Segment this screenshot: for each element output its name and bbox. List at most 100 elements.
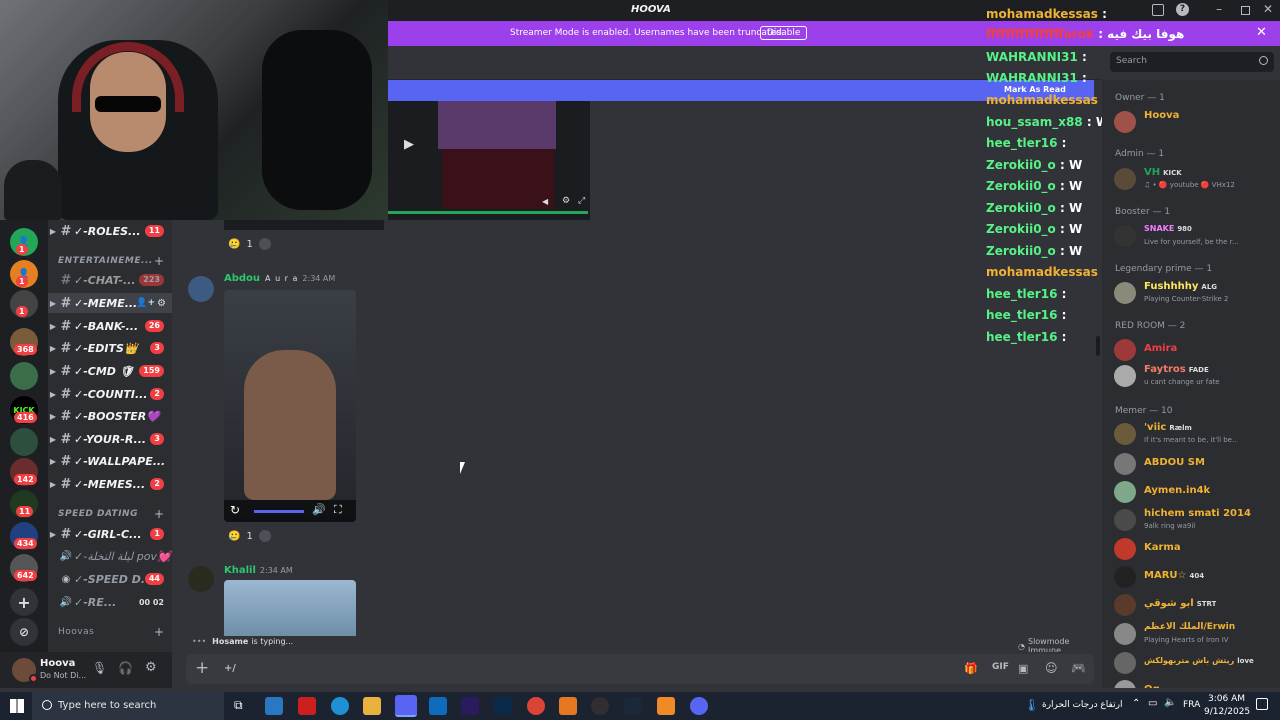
chat-scrollbar[interactable] bbox=[1096, 336, 1100, 356]
chrome-icon[interactable] bbox=[527, 697, 545, 715]
category-entertainment[interactable]: ENTERTAINEME... bbox=[58, 256, 153, 266]
avatar[interactable] bbox=[188, 566, 214, 592]
search-input[interactable]: Search bbox=[1116, 56, 1147, 66]
maximize-icon[interactable] bbox=[1241, 6, 1250, 15]
discord-icon[interactable] bbox=[395, 695, 417, 717]
photoshop-icon[interactable] bbox=[494, 697, 512, 715]
reaction[interactable]: 🥲 1 bbox=[228, 530, 271, 542]
member-item[interactable]: ABDOU SM bbox=[1114, 449, 1276, 477]
play-icon[interactable]: ▶ bbox=[404, 137, 414, 152]
video-progress-bar[interactable] bbox=[388, 211, 588, 214]
voice-channel-item[interactable]: ◉✓-SPEED D...44 bbox=[48, 569, 172, 589]
outlook-icon[interactable] bbox=[429, 697, 447, 715]
member-item[interactable]: 'viic Rælm If it's meant to be, it'll be.. bbox=[1114, 419, 1276, 447]
volume-icon[interactable]: ◀ bbox=[542, 197, 548, 206]
category-speed-dating[interactable]: SPEED DATING bbox=[58, 509, 138, 519]
server-icon[interactable] bbox=[10, 362, 38, 390]
image-attachment[interactable] bbox=[224, 580, 356, 636]
message-input[interactable]: +/ bbox=[224, 663, 236, 674]
channel-item[interactable]: ▶ # ✓-MEMES... 2 bbox=[48, 474, 172, 494]
gif-icon[interactable]: GIF bbox=[992, 662, 1009, 672]
obs-icon[interactable] bbox=[591, 697, 609, 715]
taskbar-search-input[interactable]: Type here to search bbox=[58, 700, 156, 711]
steam-icon[interactable] bbox=[624, 697, 642, 715]
member-item[interactable]: SNAKE 980 Live for yourself, be the r... bbox=[1114, 221, 1276, 249]
member-item[interactable]: VH KICK ♫ • 🔴 youtube 🔴 VHx12 bbox=[1114, 164, 1276, 192]
notifications-icon[interactable] bbox=[1256, 698, 1268, 710]
settings-icon[interactable]: ⚙ bbox=[562, 196, 570, 206]
channel-item[interactable]: ▶ # ✓-BANK-... 26 bbox=[48, 316, 172, 336]
video-progress-bar[interactable] bbox=[254, 510, 304, 513]
member-item[interactable]: Karma bbox=[1114, 534, 1276, 562]
add-reaction-icon[interactable] bbox=[258, 530, 271, 542]
category-hoovas[interactable]: Hoovas bbox=[58, 627, 94, 637]
member-item[interactable]: Hoova bbox=[1114, 107, 1276, 135]
close-window-icon[interactable]: ✕ bbox=[1263, 2, 1273, 16]
member-item[interactable]: Faytros FADE u cant change ur fate bbox=[1114, 361, 1276, 389]
disable-streamer-button[interactable]: Disable bbox=[760, 26, 808, 40]
member-item[interactable]: hichem smati 2014 9alk ring wa9il bbox=[1114, 505, 1276, 533]
voice-channel-item[interactable]: 🔊 ✓-RE... 00 02 bbox=[48, 592, 172, 612]
member-item[interactable]: الملك الاعظم/Erwin Playing Hearts of Iron… bbox=[1114, 619, 1276, 647]
channel-item[interactable]: ▶ # ✓-WALLPAPE... bbox=[48, 451, 172, 471]
add-channel-icon[interactable]: + bbox=[154, 507, 164, 521]
microphone-toggle-icon[interactable]: 🎙 bbox=[92, 661, 107, 675]
message-author[interactable]: Khalil bbox=[224, 565, 256, 576]
member-item[interactable]: Og bbox=[1114, 676, 1276, 688]
sticker-icon[interactable]: ▣ bbox=[1018, 662, 1028, 675]
apps-icon[interactable]: 🎮 bbox=[1071, 661, 1086, 675]
member-item[interactable]: ابو شوقي STRT bbox=[1114, 590, 1276, 618]
file-explorer-icon[interactable] bbox=[363, 697, 381, 715]
weather-text[interactable]: ارتفاع درجات الحرارة bbox=[1042, 700, 1122, 710]
taskbar-search[interactable]: Type here to search bbox=[32, 692, 224, 720]
channel-item-selected[interactable]: ▶ # ✓-MEME... 👤+ ⚙ bbox=[48, 293, 172, 313]
start-icon[interactable] bbox=[10, 699, 24, 713]
fullscreen-icon[interactable]: ⤢ bbox=[578, 196, 585, 206]
channel-item[interactable]: # ✓-CHAT-... 223 bbox=[48, 270, 172, 290]
user-name[interactable]: Hoova bbox=[40, 658, 75, 669]
channel-item[interactable]: ▶ # ✓-CMD 🛡 159 bbox=[48, 361, 172, 381]
emoji-icon[interactable]: ☺ bbox=[1045, 661, 1058, 675]
volume-icon[interactable]: 🔈 bbox=[1164, 697, 1176, 708]
language-indicator[interactable]: FRA bbox=[1183, 700, 1200, 710]
member-item[interactable]: Amira bbox=[1114, 335, 1276, 363]
network-icon[interactable]: ▭ bbox=[1148, 698, 1157, 709]
weather-icon[interactable]: 🌡 bbox=[1024, 698, 1039, 712]
app-icon[interactable] bbox=[559, 697, 577, 715]
user-settings-icon[interactable]: ⚙ bbox=[145, 660, 157, 675]
avatar[interactable] bbox=[188, 276, 214, 302]
add-reaction-icon[interactable] bbox=[258, 238, 271, 250]
attach-icon[interactable]: + bbox=[195, 658, 209, 678]
member-item[interactable]: ريتش باش متربهولكش love bbox=[1114, 648, 1276, 676]
headset-toggle-icon[interactable]: 🎧 bbox=[118, 661, 133, 675]
discord-alt-icon[interactable] bbox=[690, 697, 708, 715]
illustrator-icon[interactable] bbox=[298, 697, 316, 715]
message-input-box[interactable]: + +/ 🎁 GIF ▣ ☺ 🎮 bbox=[186, 654, 1094, 684]
store-icon[interactable] bbox=[265, 697, 283, 715]
edge-icon[interactable] bbox=[331, 697, 349, 715]
clock-time[interactable]: 3:06 AM bbox=[1208, 694, 1245, 704]
fullscreen-icon[interactable]: ⛶ bbox=[334, 503, 342, 517]
gift-icon[interactable]: 🎁 bbox=[964, 662, 978, 675]
add-server-icon[interactable]: + bbox=[10, 588, 38, 616]
add-channel-icon[interactable]: + bbox=[154, 254, 164, 268]
discover-icon[interactable]: ⊘ bbox=[10, 618, 38, 646]
volume-icon[interactable]: 🔊 bbox=[312, 503, 326, 516]
member-item[interactable]: MARU☆ 404 bbox=[1114, 562, 1276, 590]
vlc-icon[interactable] bbox=[657, 697, 675, 715]
search-box[interactable]: Search bbox=[1110, 52, 1274, 72]
inbox-icon[interactable] bbox=[1152, 4, 1164, 16]
help-icon[interactable]: ? bbox=[1176, 3, 1189, 16]
reaction[interactable]: 🥲 1 bbox=[228, 238, 271, 250]
minimize-icon[interactable]: – bbox=[1216, 2, 1222, 16]
voice-channel-item[interactable]: 🔊 ✓-ليلة النخلة pov💓 bbox=[48, 546, 172, 566]
member-item[interactable]: Fushhhhy ALG Playing Counter-Strike 2 bbox=[1114, 278, 1276, 306]
premiere-icon[interactable] bbox=[461, 697, 479, 715]
channel-item[interactable]: ▶ # ✓-GIRL-C... 1 bbox=[48, 524, 172, 544]
video-attachment[interactable]: ↻ 🔊 ⛶ bbox=[224, 290, 356, 522]
channel-item[interactable]: ▶ # ✓-BOOSTER💜 bbox=[48, 406, 172, 426]
tray-chevron-icon[interactable]: ⌃ bbox=[1132, 698, 1140, 709]
add-channel-icon[interactable]: + bbox=[154, 625, 164, 639]
channel-item[interactable]: ▶ # ✓-COUNTI... 2 bbox=[48, 384, 172, 404]
replay-icon[interactable]: ↻ bbox=[230, 503, 240, 517]
